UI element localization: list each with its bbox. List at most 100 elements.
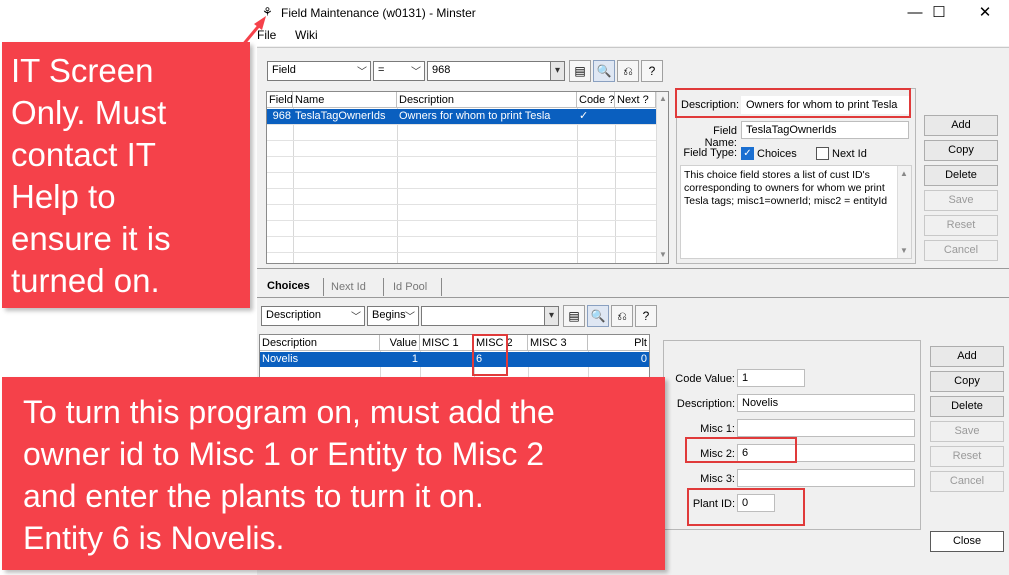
choice-save-button[interactable]: Save [930, 421, 1004, 442]
it-screen-callout-text: IT Screen Only. Must contact IT Help to … [11, 52, 171, 299]
cancel-button[interactable]: Cancel [924, 240, 998, 261]
save-button[interactable]: Save [924, 190, 998, 211]
scroll-down-icon: ▼ [659, 250, 667, 259]
callout-arrow [240, 16, 266, 47]
code-value-field[interactable]: 1 [737, 369, 805, 387]
it-screen-callout: IT Screen Only. Must contact IT Help to … [2, 42, 250, 308]
scroll-down-icon: ▼ [900, 246, 908, 255]
help-icon: ? [642, 309, 650, 323]
clear-icon: ⎌ [617, 309, 627, 323]
choice-filter-input[interactable]: ▾ [421, 306, 559, 326]
chevron-down-icon: ﹀ [351, 312, 361, 323]
choice-reset-button[interactable]: Reset [930, 446, 1004, 467]
field-name-field[interactable]: TeslaTagOwnerIds [741, 121, 909, 139]
field-name-label: Field Name: [704, 125, 737, 149]
choice-add-button[interactable]: Add [930, 346, 1004, 367]
window-title: Field Maintenance (w0131) - Minster [281, 6, 476, 20]
code-value-label: Code Value: [675, 373, 735, 385]
tab-choices[interactable]: Choices [259, 277, 318, 297]
choice-filter-button[interactable]: ▤ [563, 305, 585, 327]
table-row[interactable]: 968 TeslaTagOwnerIds Owners for whom to … [267, 109, 656, 124]
splitter[interactable] [257, 268, 1009, 269]
fields-grid: Field Name Description Code ? Next ? 968… [266, 91, 669, 264]
column-header-value[interactable]: Value [380, 335, 420, 351]
choice-help-button[interactable]: ? [635, 305, 657, 327]
menu-divider [257, 47, 1009, 48]
choices-checkbox-label: Choices [757, 148, 797, 160]
column-header-code[interactable]: Code ? [577, 92, 615, 108]
search-icon: 🔍 [596, 64, 612, 78]
close-button[interactable]: Close [930, 531, 1004, 552]
nextid-checkbox[interactable] [816, 147, 829, 160]
choice-operator-select[interactable]: Begins ﹀ [367, 306, 419, 326]
choice-copy-button[interactable]: Copy [930, 371, 1004, 392]
close-window-button[interactable]: ✕ [965, 2, 1005, 24]
tab-id-pool[interactable]: Id Pool [385, 278, 435, 298]
search-button[interactable]: 🔍 [593, 60, 615, 82]
choice-delete-button[interactable]: Delete [930, 396, 1004, 417]
filter-icon: ▤ [568, 309, 580, 323]
menu-bar: File Wiki [257, 26, 1009, 46]
clear-button[interactable]: ⎌ [617, 60, 639, 82]
maximize-icon: ☐ [932, 4, 946, 21]
scroll-up-icon: ▲ [900, 169, 908, 178]
delete-button[interactable]: Delete [924, 165, 998, 186]
help-icon: ? [648, 64, 656, 78]
notes-scrollbar[interactable]: ▲ ▼ [897, 166, 911, 258]
field-type-label: Field Type: [683, 147, 737, 159]
misc2-column-highlight [472, 334, 508, 376]
menu-wiki[interactable]: Wiki [295, 28, 318, 42]
misc3-field[interactable] [737, 469, 915, 487]
clear-icon: ⎌ [623, 64, 633, 78]
close-icon: ✕ [978, 4, 992, 21]
chevron-down-icon: ﹀ [405, 312, 415, 323]
choice-cancel-button[interactable]: Cancel [930, 471, 1004, 492]
choice-field-select[interactable]: Description ﹀ [261, 306, 365, 326]
choices-grid: Description Value MISC 1 MISC 2 MISC 3 P… [259, 334, 650, 379]
instructions-callout: To turn this program on, must add the ow… [2, 377, 665, 570]
title-bar: ⚘ Field Maintenance (w0131) - Minster — … [257, 0, 1009, 26]
misc2-field-highlight [685, 437, 797, 463]
misc1-label: Misc 1: [700, 423, 735, 435]
choices-checkbox[interactable]: ✓ [741, 147, 754, 160]
filter-value-input[interactable]: 968 ▾ [427, 61, 565, 81]
column-header-description[interactable]: Description [260, 335, 380, 351]
choice-description-field[interactable]: Novelis [737, 394, 915, 412]
choice-clear-button[interactable]: ⎌ [611, 305, 633, 327]
choice-search-button[interactable]: 🔍 [587, 305, 609, 327]
reset-button[interactable]: Reset [924, 215, 998, 236]
help-button[interactable]: ? [641, 60, 663, 82]
notes-textarea[interactable]: This choice field stores a list of cust … [680, 165, 912, 259]
copy-button[interactable]: Copy [924, 140, 998, 161]
dropdown-arrow-icon: ▾ [550, 62, 564, 80]
plant-id-highlight [687, 488, 805, 526]
column-header-description[interactable]: Description [397, 92, 577, 108]
instructions-callout-text: To turn this program on, must add the ow… [23, 394, 555, 556]
misc3-label: Misc 3: [700, 473, 735, 485]
add-button[interactable]: Add [924, 115, 998, 136]
chevron-down-icon: ﹀ [357, 67, 367, 78]
column-header-plt[interactable]: Plt [588, 335, 649, 351]
operator-select[interactable]: = ﹀ [373, 61, 425, 81]
scroll-up-icon: ▲ [659, 94, 667, 103]
dropdown-arrow-icon: ▾ [544, 307, 558, 325]
description-field-highlight [675, 88, 911, 118]
chevron-down-icon: ﹀ [411, 67, 421, 78]
filter-button[interactable]: ▤ [569, 60, 591, 82]
maximize-button[interactable]: ☐ [919, 2, 959, 24]
tab-next-id[interactable]: Next Id [323, 278, 374, 298]
column-header-misc1[interactable]: MISC 1 [420, 335, 474, 351]
field-filter-select[interactable]: Field ﹀ [267, 61, 371, 81]
column-header-next[interactable]: Next ? [615, 92, 656, 108]
filter-icon: ▤ [574, 64, 586, 78]
search-icon: 🔍 [590, 309, 606, 323]
misc1-field[interactable] [737, 419, 915, 437]
fields-grid-scrollbar[interactable]: ▲ ▼ [656, 92, 668, 263]
column-header-misc3[interactable]: MISC 3 [528, 335, 588, 351]
table-row[interactable]: Novelis 1 6 0 [260, 352, 649, 367]
choice-description-label: Description: [676, 398, 735, 410]
nextid-checkbox-label: Next Id [832, 148, 867, 160]
column-header-name[interactable]: Name [293, 92, 397, 108]
code-check-icon: ✓ [579, 110, 589, 122]
column-header-field[interactable]: Field [267, 92, 293, 108]
